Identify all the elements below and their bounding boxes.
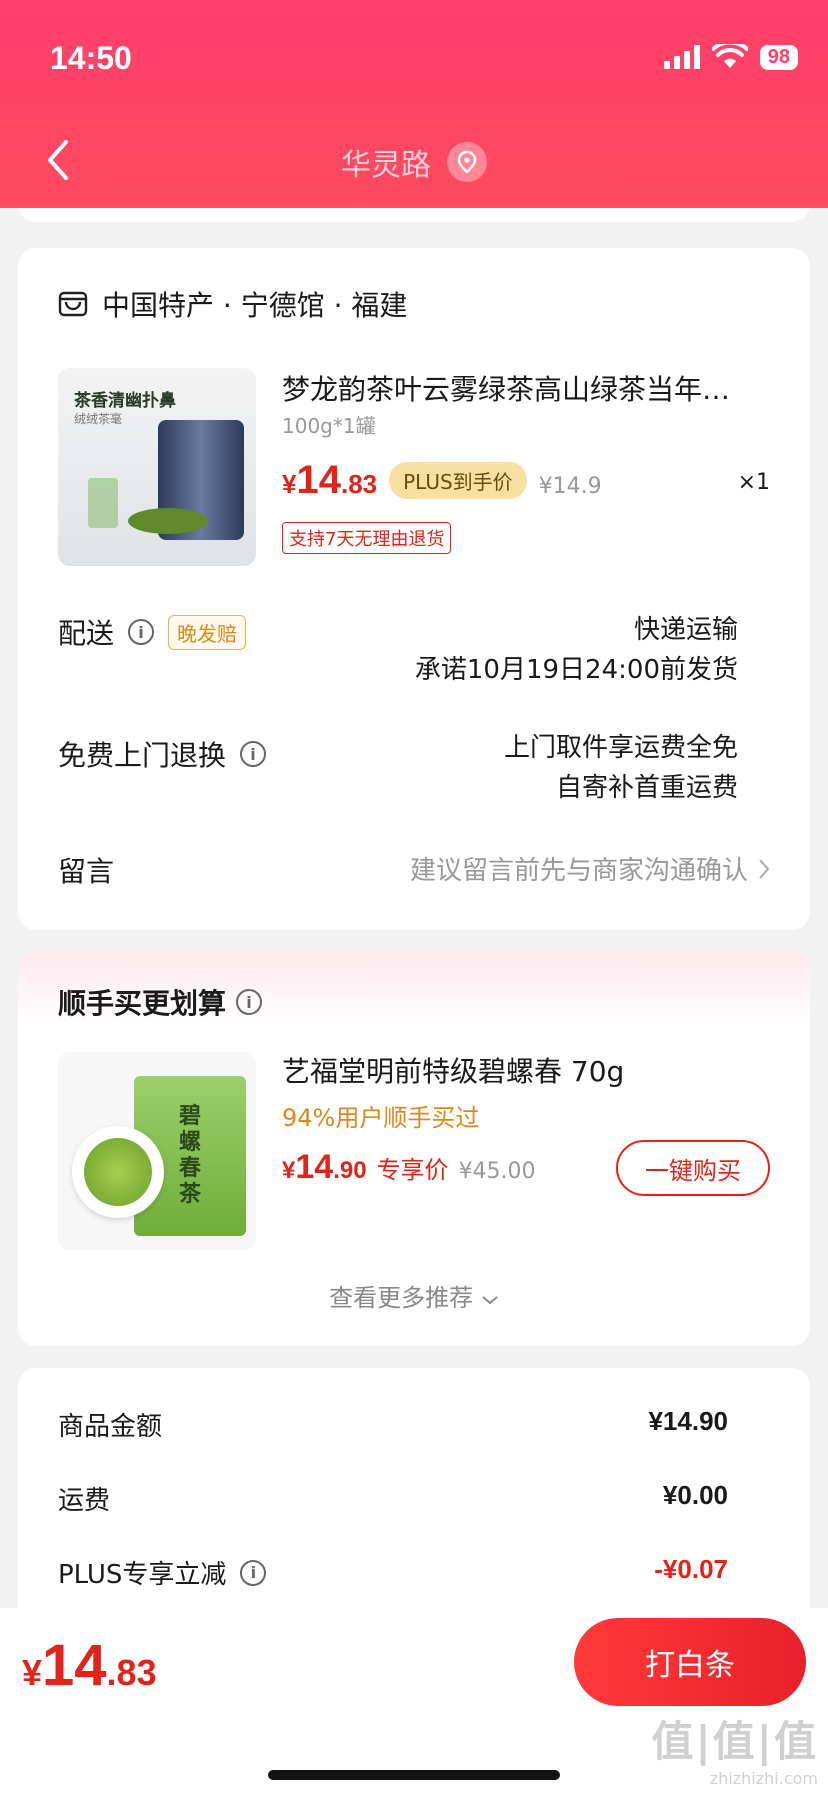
delivery-info-icon[interactable]: i [128,619,155,645]
recommend-title: 顺手买更划算 [58,987,227,1020]
delivery-label-row: 配送 i 晚发赔 [58,612,247,652]
summary-plus-row: PLUS专享立减 i [58,1554,267,1591]
late-compensation-tag: 晚发赔 [168,614,247,650]
total-price: ¥14.83 [22,1633,157,1698]
recommend-name[interactable]: 艺福堂明前特级碧螺春 70g [282,1050,624,1090]
summary-label-plus: PLUS专享立减 [58,1560,227,1590]
location-title[interactable]: 华灵路 [0,140,828,184]
exclusive-price-tag: 专享价 [376,1156,449,1184]
shop-icon [58,291,88,317]
recommend-subtitle: 94%用户顺手买过 [282,1104,480,1132]
note-hint: 建议留言前先与商家沟通确认 [409,856,748,886]
return-service-line2: 自寄补首重运费 [555,773,738,803]
summary-value-plus: -¥0.07 [654,1554,728,1584]
note-field[interactable]: 建议留言前先与商家沟通确认 [410,850,770,887]
return-service-label-row: 免费上门退换 i [58,734,267,774]
return-service-info-icon[interactable]: i [240,741,267,767]
recommend-info-icon[interactable]: i [236,989,263,1015]
location-pin-icon[interactable] [447,142,487,182]
product-image-subcaption: 绒绒茶毫 [74,412,123,426]
note-label: 留言 [58,855,115,888]
shop-name: 中国特产 · 宁德馆 · 福建 [102,289,408,322]
product-original-price: ¥14.9 [538,474,602,499]
tea-leaves-graphic [128,508,208,534]
recommend-image-text: 碧螺春茶 [178,1104,201,1207]
product-spec: 100g*1罐 [282,414,376,438]
recommend-original-price: ¥45.00 [458,1159,536,1184]
product-title[interactable]: 梦龙韵茶叶云雾绿茶高山绿茶当年… [282,368,782,408]
shop-row[interactable]: 中国特产 · 宁德馆 · 福建 [58,284,407,324]
watermark-logo: 值|值|值 [651,1717,818,1766]
summary-label-shipping: 运费 [58,1486,111,1516]
summary-value-shipping: ¥0.00 [662,1480,728,1510]
recommend-price-row: ¥14.90 专享价 ¥45.00 [282,1148,536,1187]
pay-button[interactable]: 打白条 [574,1618,806,1706]
recommend-title-row: 顺手买更划算 i [58,982,263,1022]
delivery-info: 快递运输 承诺10月19日24:00前发货 [415,610,738,690]
return-service-info: 上门取件享运费全免 自寄补首重运费 [504,728,738,808]
tea-bowl-graphic [72,1126,164,1218]
delivery-label: 配送 [58,617,115,650]
order-card: 中国特产 · 宁德馆 · 福建 茶香清幽扑鼻 绒绒茶毫 梦龙韵茶叶云雾绿茶高山绿… [18,248,810,930]
status-time: 14:50 [50,40,132,76]
return-policy-tag: 支持7天无理由退货 [282,522,452,554]
product-quantity: ×1 [737,470,770,495]
product-image-caption: 茶香清幽扑鼻 [74,391,176,411]
one-click-buy-button[interactable]: 一键购买 [616,1140,770,1196]
see-more-button[interactable]: 查看更多推荐 [18,1278,810,1313]
delivery-promise: 承诺10月19日24:00前发货 [414,655,738,685]
delivery-method: 快递运输 [633,615,738,645]
home-indicator [268,1770,560,1780]
tea-glass-graphic [88,478,118,528]
recommend-card: 顺手买更划算 i 碧螺春茶 艺福堂明前特级碧螺春 70g 94%用户顺手买过 ¥… [18,952,810,1346]
wifi-icon [711,44,748,68]
product-image[interactable]: 茶香清幽扑鼻 绒绒茶毫 [58,368,256,566]
location-name: 华灵路 [341,148,431,183]
battery-icon: 98 [759,44,798,70]
chevron-down-icon [482,1296,498,1305]
product-price: ¥14.83 [282,458,378,502]
return-service-label: 免费上门退换 [58,739,227,772]
plus-discount-info-icon[interactable]: i [240,1559,267,1586]
summary-value-goods: ¥14.90 [648,1406,728,1436]
status-icons: 98 [663,44,798,70]
recommend-price: ¥14.90 [282,1148,367,1186]
header-bar: 14:50 98 华灵路 [0,0,828,208]
signal-icon [663,45,700,69]
recommend-image[interactable]: 碧螺春茶 [58,1052,256,1250]
product-price-row: ¥14.83 PLUS到手价 ¥14.9 [282,458,602,503]
summary-label-goods: 商品金额 [58,1412,163,1442]
return-service-line1: 上门取件享运费全免 [503,733,738,763]
bottom-bar: ¥14.83 打白条 值|值|值 zhizhizhi.com [0,1608,828,1793]
plus-price-badge: PLUS到手价 [389,462,527,499]
watermark-url: zhizhizhi.com [709,1769,818,1788]
watermark: 值|值|值 zhizhizhi.com [651,1708,818,1788]
chevron-right-icon [759,858,770,879]
see-more-label: 查看更多推荐 [329,1284,474,1312]
